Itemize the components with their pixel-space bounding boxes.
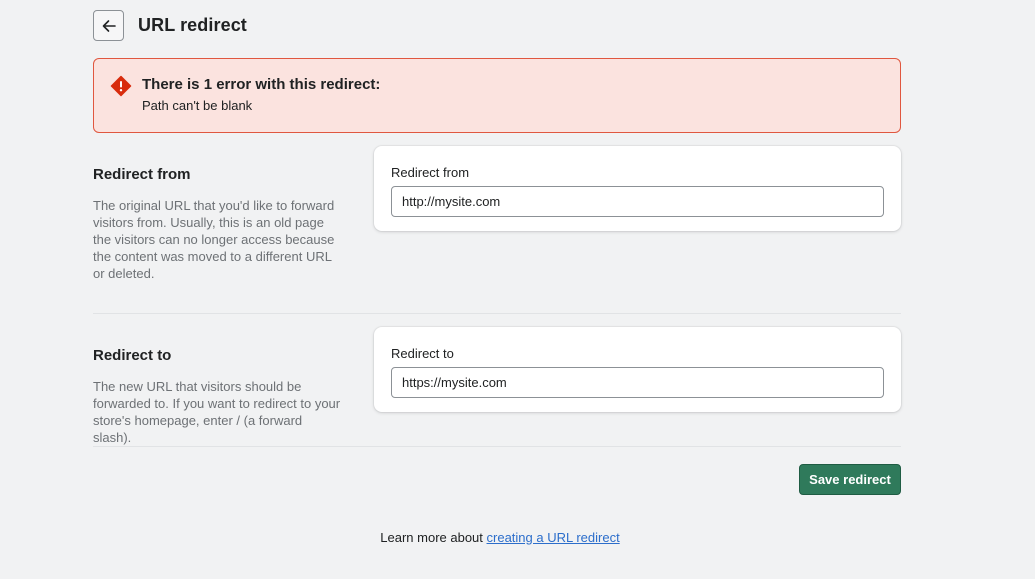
banner-title: There is 1 error with this redirect: (142, 76, 381, 93)
learn-more-link[interactable]: creating a URL redirect (487, 530, 620, 545)
redirect-from-card: Redirect from (374, 146, 901, 231)
redirect-to-input[interactable] (391, 367, 884, 398)
redirect-from-heading: Redirect from (93, 166, 191, 183)
redirect-to-card: Redirect to (374, 327, 901, 412)
redirect-from-input[interactable] (391, 186, 884, 217)
redirect-from-description: The original URL that you'd like to forw… (93, 198, 335, 281)
page: URL redirect There is 1 error with this … (0, 0, 1035, 579)
banner-content: There is 1 error with this redirect: Pat… (142, 76, 380, 132)
arrow-left-icon (102, 19, 116, 32)
banner-message: Path can't be blank (142, 98, 253, 113)
footer-divider (93, 446, 901, 447)
redirect-to-heading: Redirect to (93, 347, 172, 364)
learn-more-prefix: Learn more about (380, 530, 487, 545)
learn-more-text: Learn more about creating a URL redirect (0, 530, 1000, 545)
page-title: URL redirect (138, 15, 247, 35)
section-divider (93, 313, 901, 314)
redirect-from-label: Redirect from (391, 165, 470, 180)
save-redirect-button[interactable]: Save redirect (799, 464, 901, 495)
page-header: URL redirect (93, 10, 247, 41)
error-banner: There is 1 error with this redirect: Pat… (93, 58, 901, 133)
alert-diamond-icon (110, 75, 132, 97)
redirect-to-label: Redirect to (391, 346, 454, 361)
back-button[interactable] (93, 10, 124, 41)
redirect-to-description: The new URL that visitors should be forw… (93, 379, 341, 445)
